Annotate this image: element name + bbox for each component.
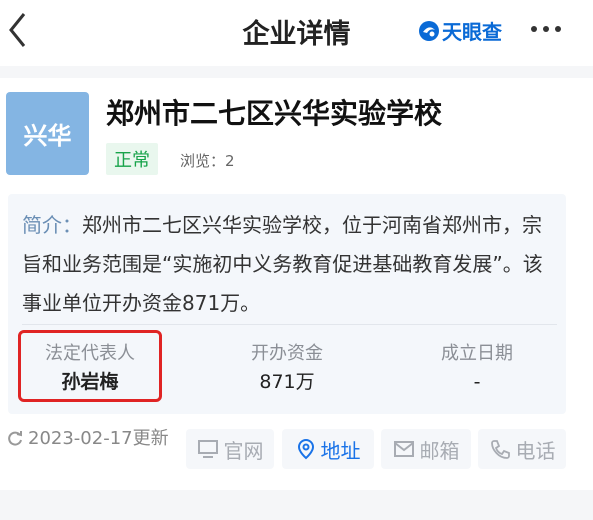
intro-text[interactable]: 简介：郑州市二七区兴华实验学校，位于河南省郑州市，宗旨和业务范围是“实施初中义务… — [22, 206, 557, 323]
monitor-icon — [197, 440, 218, 458]
refresh-icon[interactable] — [6, 429, 24, 447]
intro-card: 简介：郑州市二七区兴华实验学校，位于河南省郑州市，宗旨和业务范围是“实施初中义务… — [8, 194, 566, 414]
stat-label: 开办资金 — [251, 343, 323, 364]
more-options-icon[interactable] — [531, 26, 567, 32]
email-button[interactable]: 邮箱 — [381, 429, 471, 469]
tianyancha-logo-icon — [419, 20, 439, 41]
mail-icon — [393, 441, 414, 457]
stat-label: 成立日期 — [441, 343, 513, 364]
top-bar: 企业详情 天眼查 — [0, 0, 593, 62]
view-count: 浏览：2 — [180, 152, 235, 170]
address-button[interactable]: 地址 — [282, 429, 374, 469]
website-label: 官网 — [223, 438, 264, 463]
stat-value: - — [473, 371, 481, 393]
page-title: 企业详情 — [242, 19, 351, 50]
address-label: 地址 — [320, 438, 361, 463]
intro-separator — [22, 324, 557, 325]
status-badge: 正常 — [106, 143, 158, 175]
stat-capital: 开办资金 871万 — [207, 342, 367, 396]
update-info: 2023-02-17更新 — [6, 426, 176, 452]
brand-name: 天眼查 — [442, 20, 502, 44]
brand-logo: 天眼查 — [418, 16, 502, 45]
phone-icon — [490, 440, 510, 459]
intro-label: 简介： — [22, 213, 82, 237]
company-logo: 兴华 — [6, 92, 89, 175]
location-icon — [297, 438, 314, 460]
phone-label: 电话 — [515, 438, 556, 463]
company-name: 郑州市二七区兴华实验学校 — [106, 97, 443, 130]
phone-button[interactable]: 电话 — [478, 429, 566, 469]
email-label: 邮箱 — [419, 438, 460, 463]
update-date: 2023-02-17更新 — [28, 428, 169, 449]
section-divider — [0, 490, 593, 520]
highlight-box — [18, 330, 162, 402]
stat-established: 成立日期 - — [397, 342, 557, 396]
intro-body: 郑州市二七区兴华实验学校，位于河南省郑州市，宗旨和业务范围是“实施初中义务教育促… — [22, 213, 543, 315]
website-button[interactable]: 官网 — [186, 429, 274, 469]
section-divider — [0, 66, 593, 78]
stat-value: 871万 — [259, 371, 315, 393]
